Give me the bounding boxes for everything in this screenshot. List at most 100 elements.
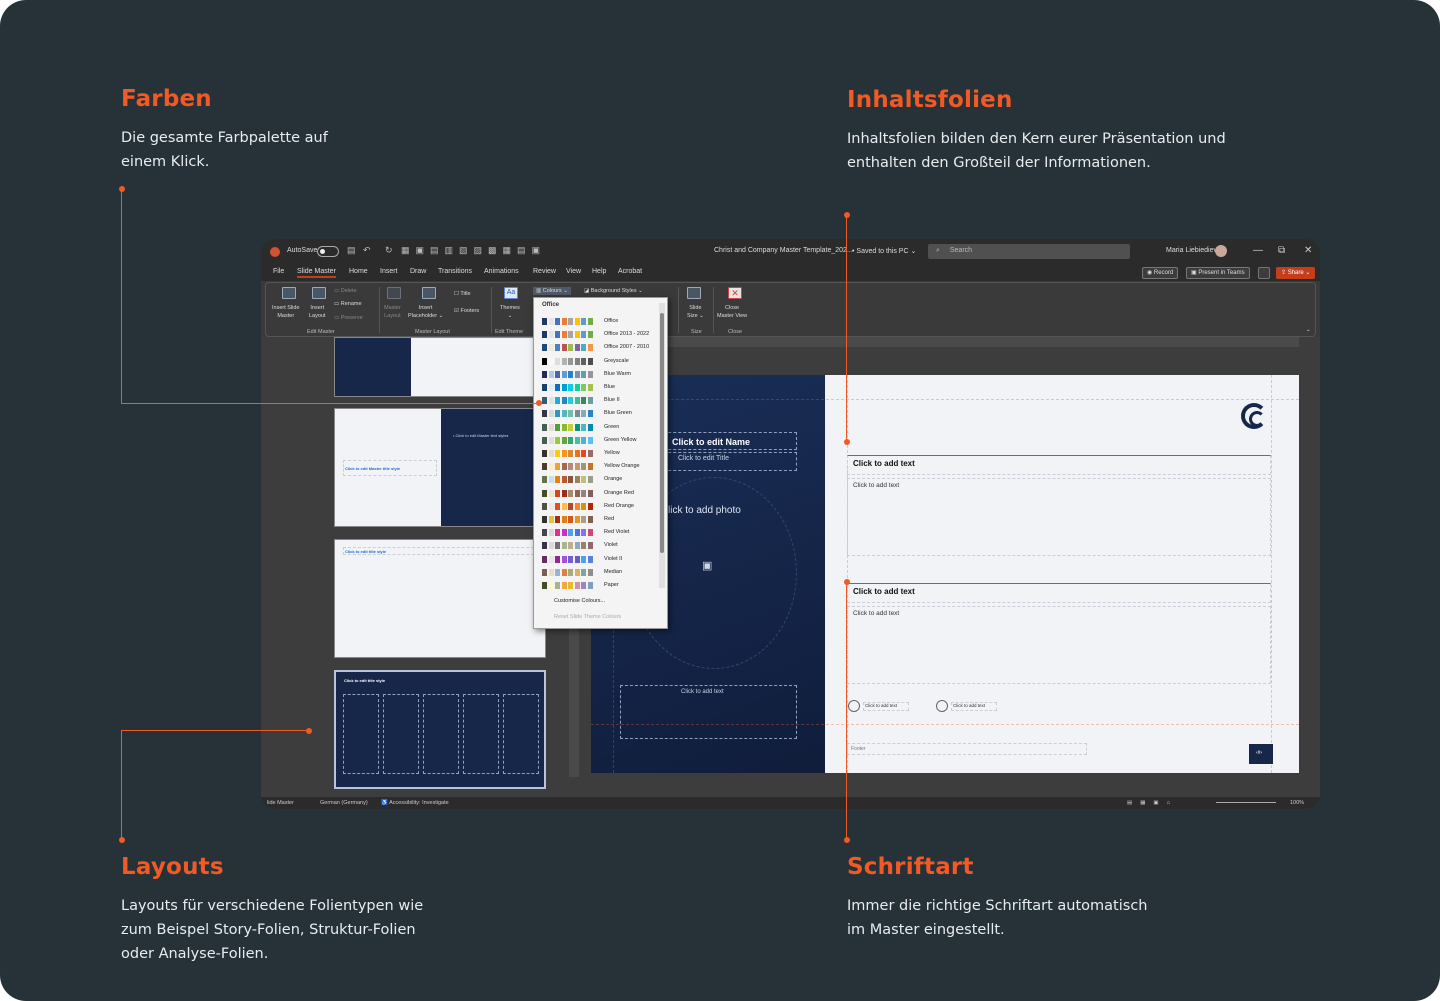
colour-theme-item[interactable]: Office <box>542 317 662 326</box>
slide-thumbnail-2[interactable]: Click to edit Master title style • Click… <box>334 408 546 527</box>
tab-view[interactable]: View <box>566 268 581 275</box>
colour-swatch <box>568 489 573 497</box>
preserve-button[interactable]: ▭ Preserve <box>334 314 363 322</box>
tab-animations[interactable]: Animations <box>484 268 519 275</box>
footer-placeholder[interactable] <box>847 743 1087 755</box>
master-layout-button[interactable]: Master Layout <box>384 304 401 320</box>
icon-placeholder-2[interactable] <box>936 700 948 712</box>
colour-swatch <box>574 423 580 431</box>
photo-placeholder-text: lick to add photo <box>668 505 741 516</box>
record-button[interactable]: ◉ Record <box>1142 267 1179 279</box>
close-master-view-button[interactable]: Close Master View <box>717 304 747 320</box>
background-styles-button[interactable]: ◪ Background Styles ⌄ <box>584 287 643 295</box>
colour-theme-item[interactable]: Yellow Orange <box>542 462 662 471</box>
autosave-toggle[interactable] <box>317 246 339 257</box>
save-status[interactable]: • Saved to this PC ⌄ <box>852 247 916 255</box>
view-buttons[interactable]: ▤▦▣⌂ <box>1127 800 1178 806</box>
colour-theme-item[interactable]: Violet II <box>542 555 662 564</box>
zoom-level[interactable]: 100% <box>1290 800 1304 806</box>
connector-dot <box>844 439 850 445</box>
colour-theme-item[interactable]: Orange Red <box>542 489 662 498</box>
slide-thumbnail-4-selected[interactable]: Click to edit title style <box>334 670 546 789</box>
customise-colours-item[interactable]: Customise Colours... <box>554 598 605 604</box>
undo-icon[interactable]: ↶ <box>363 245 371 256</box>
accessibility-status[interactable]: ♿ Accessibility: Investigate <box>381 800 449 806</box>
colour-theme-item[interactable]: Green <box>542 423 662 432</box>
colour-theme-item[interactable]: Yellow <box>542 449 662 458</box>
reset-theme-colours-item[interactable]: Reset Slide Theme Colours <box>554 614 621 620</box>
section1-body-placeholder[interactable] <box>847 478 1271 556</box>
colour-theme-item[interactable]: Blue Green <box>542 409 662 418</box>
collapse-ribbon-icon[interactable]: ⌄ <box>1306 326 1311 334</box>
colour-swatch <box>581 436 586 444</box>
colour-swatch <box>548 331 554 339</box>
themes-button[interactable]: Themes ⌄ <box>500 304 520 320</box>
thumbnail-column-1 <box>343 694 379 774</box>
save-icon[interactable]: ▤ <box>347 245 356 256</box>
ribbon: Insert Slide Master Insert Layout ▭ Delete… <box>265 282 1316 337</box>
colour-theme-item[interactable]: Red <box>542 515 662 524</box>
colour-theme-name: Violet <box>604 542 618 549</box>
restore-icon[interactable]: ⧉ <box>1278 245 1285 256</box>
colour-theme-item[interactable]: Green Yellow <box>542 436 662 445</box>
colours-button[interactable]: ▥ Colours ⌄ <box>533 287 571 295</box>
colour-swatch <box>542 423 547 431</box>
share-button[interactable]: ⇪ Share ⌄ <box>1276 267 1316 279</box>
tab-insert[interactable]: Insert <box>380 268 398 275</box>
callout-schriftart: Schriftart Immer die richtige Schriftart… <box>847 854 1148 942</box>
colour-theme-item[interactable]: Red Violet <box>542 528 662 537</box>
insert-slide-master-button[interactable]: Insert Slide Master <box>272 304 300 320</box>
title-bar: AutoSave ▤ ↶ ↻ ▦▣▤▥▧▨▩▦▤▣ Christ and Com… <box>261 239 1320 264</box>
slide-size-button[interactable]: Slide Size ⌄ <box>687 304 704 320</box>
dropdown-scrollbar[interactable] <box>659 303 665 588</box>
tab-transitions[interactable]: Transitions <box>438 268 472 275</box>
colour-swatch <box>555 450 560 457</box>
zoom-slider[interactable] <box>1216 802 1276 803</box>
colour-theme-item[interactable]: Violet <box>542 541 662 550</box>
colour-theme-item[interactable]: Median <box>542 568 662 577</box>
rename-button[interactable]: ▭ Rename <box>334 300 362 308</box>
colour-theme-item[interactable]: Greyscale <box>542 357 662 366</box>
colour-theme-item[interactable]: Blue II <box>542 396 662 405</box>
icon-placeholder-1[interactable] <box>848 700 860 712</box>
avatar[interactable] <box>1215 245 1227 257</box>
colour-swatch <box>542 476 547 484</box>
slide-thumbnail-3[interactable]: Click to edit title style <box>334 539 546 658</box>
redo-icon[interactable]: ↻ <box>385 245 393 256</box>
close-icon[interactable]: ✕ <box>1304 245 1312 256</box>
colour-theme-item[interactable]: Paper <box>542 581 662 590</box>
tab-slide-master[interactable]: Slide Master <box>297 268 336 278</box>
colour-swatch <box>581 463 586 471</box>
colour-theme-item[interactable]: Red Orange <box>542 502 662 511</box>
colour-swatch <box>548 344 554 352</box>
tab-file[interactable]: File <box>273 268 284 275</box>
colour-swatch <box>548 450 554 457</box>
tab-home[interactable]: Home <box>349 268 368 275</box>
section2-body-placeholder[interactable] <box>847 606 1271 684</box>
insert-placeholder-button[interactable]: Insert Placeholder ⌄ <box>408 304 443 320</box>
colour-theme-item[interactable]: Office 2007 - 2010 <box>542 343 662 352</box>
colour-theme-item[interactable]: Blue Warm <box>542 370 662 379</box>
quick-access-icons[interactable]: ▦▣▤▥▧▨▩▦▤▣ <box>401 245 546 256</box>
slide-thumbnail-1[interactable] <box>334 337 546 397</box>
colour-swatch <box>542 397 547 405</box>
footers-checkbox[interactable]: ☑ Footers <box>454 307 479 315</box>
section2-heading-text: Click to add text <box>853 587 915 596</box>
slide-canvas[interactable]: Click to edit Name Click to edit Title l… <box>591 375 1299 773</box>
minimize-icon[interactable]: — <box>1253 245 1263 256</box>
thumbnail-navy-panel <box>335 338 411 396</box>
present-in-teams-button[interactable]: ▣ Present in Teams <box>1186 267 1250 279</box>
comments-icon[interactable] <box>1258 267 1270 279</box>
language-label[interactable]: German (Germany) <box>320 800 368 806</box>
title-checkbox[interactable]: ☐ Title <box>454 290 471 298</box>
colour-theme-item[interactable]: Office 2013 - 2022 <box>542 330 662 339</box>
tab-acrobat[interactable]: Acrobat <box>618 268 642 275</box>
tab-help[interactable]: Help <box>592 268 606 275</box>
colour-theme-item[interactable]: Blue <box>542 383 662 392</box>
tab-draw[interactable]: Draw <box>410 268 426 275</box>
delete-button[interactable]: ▭ Delete <box>334 287 357 295</box>
insert-layout-button[interactable]: Insert Layout <box>309 304 326 320</box>
colour-theme-item[interactable]: Orange <box>542 475 662 484</box>
tab-review[interactable]: Review <box>533 268 556 275</box>
search-box[interactable]: ⌕ Search <box>928 244 1130 259</box>
